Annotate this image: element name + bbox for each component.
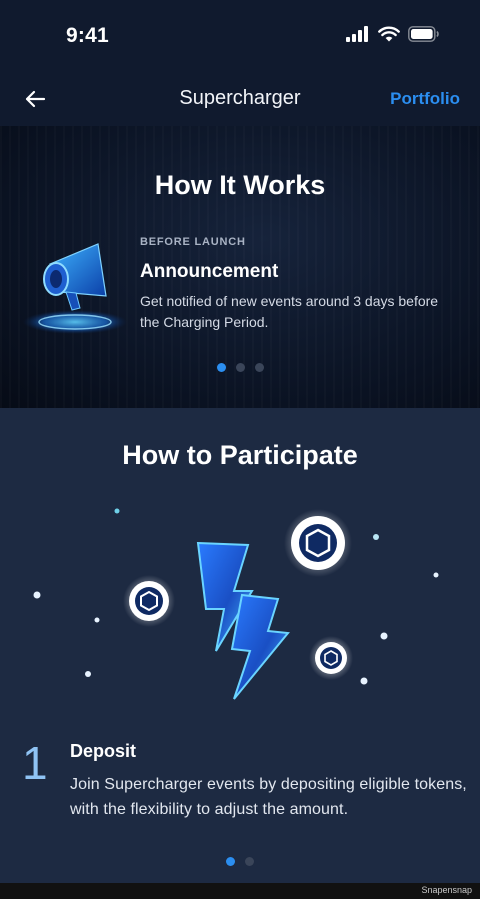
portfolio-link[interactable]: Portfolio xyxy=(390,89,460,109)
works-description: Get notified of new events around 3 days… xyxy=(140,293,439,330)
pager-dot[interactable] xyxy=(226,857,235,866)
step-title: Deposit xyxy=(70,741,137,761)
works-heading: Announcement xyxy=(140,261,279,282)
participate-title: How to Participate xyxy=(122,440,358,470)
lightning-coins-icon xyxy=(33,508,439,700)
pager-dot[interactable] xyxy=(216,363,226,372)
pager-dot[interactable] xyxy=(254,363,264,372)
watermark: Snapensnap xyxy=(421,885,472,895)
footer-bar: Snapensnap xyxy=(0,883,480,899)
works-kicker: BEFORE LAUNCH xyxy=(140,236,246,248)
nav-bar: Supercharger Portfolio xyxy=(0,72,480,126)
how-it-works-pager xyxy=(0,363,480,372)
battery-icon xyxy=(408,26,439,42)
pager-dot[interactable] xyxy=(245,857,254,866)
pager-dot[interactable] xyxy=(235,363,245,372)
wifi-icon xyxy=(378,26,400,42)
status-icons xyxy=(346,26,440,42)
participate-pager xyxy=(0,857,480,866)
status-time: 9:41 xyxy=(66,24,109,47)
how-to-participate-section: How to Participate 1 Deposit Join Superc… xyxy=(0,408,480,883)
step-number: 1 xyxy=(22,737,48,789)
signal-icon xyxy=(346,26,368,42)
status-bar: 9:41 xyxy=(0,0,480,72)
how-it-works-title: How It Works xyxy=(154,170,326,200)
megaphone-icon xyxy=(23,243,127,334)
how-it-works-section: How It Works BEFORE LAUNCH Announcement … xyxy=(0,126,480,408)
step-description: Join Supercharger events by depositing e… xyxy=(70,776,467,818)
